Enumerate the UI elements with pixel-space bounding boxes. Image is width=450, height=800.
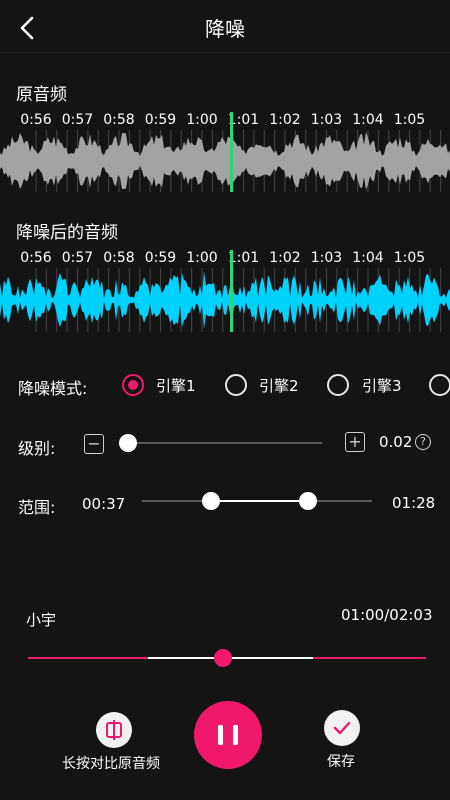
engine2-radio[interactable] bbox=[225, 374, 247, 396]
save-button[interactable] bbox=[324, 710, 360, 746]
engine3-radio[interactable] bbox=[327, 374, 349, 396]
range-start-time: 00:37 bbox=[82, 495, 126, 513]
playback-time: 01:00/02:03 bbox=[341, 606, 433, 624]
original-waveform[interactable]: 0:56 0:57 0:58 0:59 1:00 1:01 1:02 1:03 1:04 1:05 bbox=[0, 112, 450, 192]
pause-icon bbox=[218, 725, 238, 745]
range-end-handle[interactable] bbox=[299, 492, 317, 510]
range-end-time: 01:28 bbox=[392, 494, 436, 512]
denoised-waveform-graphic[interactable] bbox=[0, 250, 450, 332]
range-start-handle[interactable] bbox=[202, 492, 220, 510]
engine1-label[interactable]: 引擎1 bbox=[156, 375, 196, 396]
level-increase-button[interactable]: + bbox=[345, 432, 365, 452]
playhead-marker bbox=[230, 112, 233, 192]
level-value: 0.02 bbox=[379, 433, 413, 451]
checkmark-icon bbox=[333, 721, 351, 735]
level-slider-knob[interactable] bbox=[119, 434, 137, 452]
progress-knob[interactable] bbox=[214, 649, 233, 667]
compare-icon bbox=[106, 720, 122, 740]
track-name: 小宇 bbox=[26, 611, 57, 629]
mode-label: 降噪模式: bbox=[18, 379, 88, 398]
engine4-radio[interactable] bbox=[429, 374, 450, 396]
original-audio-title: 原音频 bbox=[16, 85, 67, 105]
engine1-radio[interactable] bbox=[122, 374, 144, 396]
level-decrease-button[interactable]: − bbox=[84, 434, 104, 454]
level-slider-track[interactable] bbox=[126, 442, 322, 444]
help-icon[interactable]: ? bbox=[415, 434, 431, 450]
range-label: 范围: bbox=[18, 498, 56, 517]
engine2-label[interactable]: 引擎2 bbox=[259, 375, 299, 396]
engine3-label[interactable]: 引擎3 bbox=[362, 375, 402, 396]
compare-label: 长按对比原音频 bbox=[62, 756, 160, 772]
denoised-audio-title: 降噪后的音频 bbox=[16, 223, 118, 243]
range-slider-selected bbox=[211, 500, 308, 502]
playhead-marker bbox=[230, 250, 233, 332]
save-label: 保存 bbox=[327, 754, 355, 770]
original-waveform-graphic[interactable] bbox=[0, 112, 450, 192]
denoised-waveform[interactable]: 0:56 0:57 0:58 0:59 1:00 1:01 1:02 1:03 1:04 1:05 bbox=[0, 250, 450, 332]
page-title: 降噪 bbox=[205, 17, 245, 41]
level-label: 级别: bbox=[18, 439, 56, 458]
pause-button[interactable] bbox=[194, 701, 262, 769]
compare-button[interactable] bbox=[96, 712, 132, 748]
